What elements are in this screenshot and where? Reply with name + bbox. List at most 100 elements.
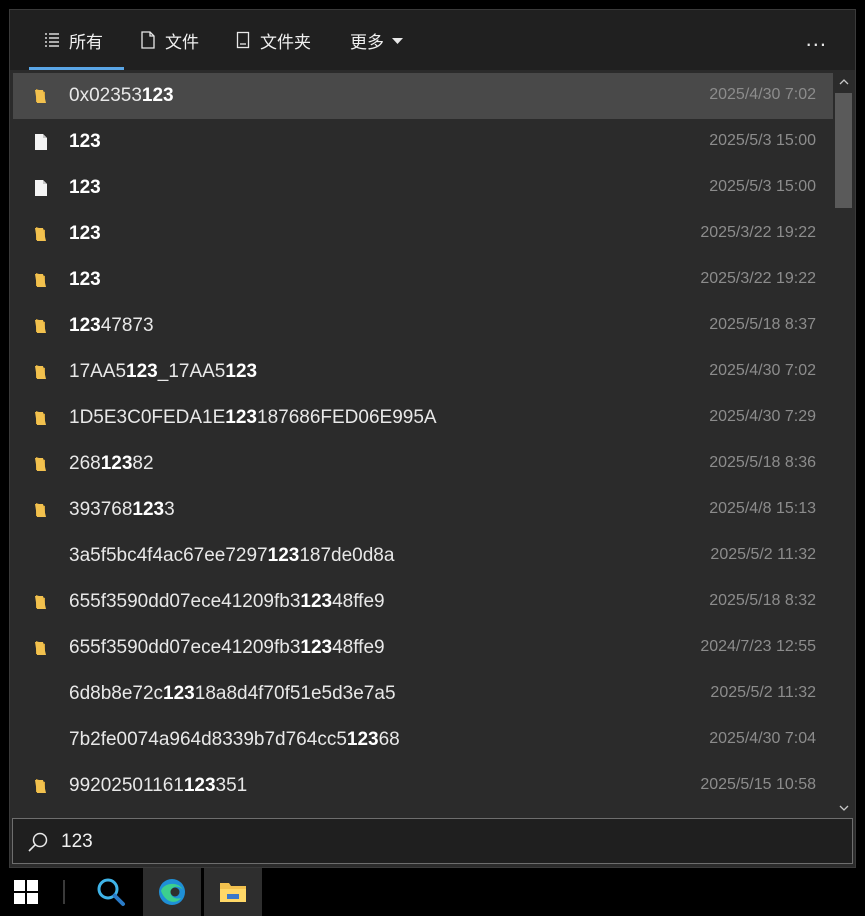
results-list: 0x02353123 2025/4/30 7:02 123 2025/5/3 15:0… [13,73,833,817]
name-suffix: 187de0d8a [299,545,395,566]
result-name: 123 [69,269,101,291]
folder-outline-icon [234,31,252,49]
name-suffix: _17AA5 [157,361,226,382]
result-date: 2025/4/30 7:02 [709,86,816,103]
folder-icon [33,225,51,243]
tab-files[interactable]: 文件 [139,10,199,70]
name-suffix: 48ffe9 [332,637,385,658]
search-box[interactable] [12,818,853,864]
result-date: 2025/4/8 15:13 [709,500,816,517]
result-date: 2025/4/30 7:29 [709,408,816,425]
name-match-highlight: 123 [225,407,257,428]
name-match-highlight: 123 [100,453,133,474]
result-row[interactable]: 123 2025/3/22 19:22 [13,257,833,303]
document-icon [33,179,51,197]
search-icon [27,831,49,858]
folder-icon [33,639,51,657]
result-row[interactable]: 6d8b8e72c12318a8d4f70f51e5d3e7a5 2025/5/2… [13,671,833,717]
folder-icon [33,501,51,519]
name-match-highlight: 123 [300,591,333,612]
name-suffix: 48ffe9 [332,591,385,612]
result-name: 7b2fe0074a964d8339b7d764cc512368 [69,729,400,751]
result-date: 2025/5/3 15:00 [709,178,816,195]
result-row[interactable]: 0x02353123 2025/4/30 7:02 [13,73,833,119]
result-row[interactable]: 3a5f5bc4f4ac67ee7297123187de0d8a 2025/5/2… [13,533,833,579]
taskbar [0,868,865,916]
tab-folders[interactable]: 文件夹 [234,10,311,70]
name-prefix: 0x02353 [69,85,142,106]
name-match-highlight: 123 [69,269,101,290]
file-explorer-icon[interactable] [204,868,262,916]
folder-icon [33,593,51,611]
folder-icon [33,777,51,795]
name-match-highlight: 123 [126,361,158,382]
result-row[interactable]: 655f3590dd07ece41209fb312348ffe9 2024/7/2… [13,625,833,671]
name-suffix: 187686FED06E995A [257,407,437,428]
name-prefix: 393768 [69,499,133,520]
tab-more[interactable]: 更多 [350,10,403,70]
result-row[interactable]: 123 2025/5/3 15:00 [13,165,833,211]
name-match-highlight: 123 [141,85,174,106]
result-date: 2025/5/18 8:37 [709,316,816,333]
name-prefix: 7b2fe0074a964d8339b7d764cc5 [69,729,347,750]
result-row[interactable]: 123 2025/5/3 15:00 [13,119,833,165]
name-match-highlight: 123 [267,545,300,566]
result-date: 2025/5/2 11:32 [710,546,816,563]
result-name: 99202501161123351 [69,775,247,797]
result-name: 0x02353123 [69,85,174,107]
active-tab-indicator [29,67,124,70]
result-row[interactable]: 26812382 2025/5/18 8:36 [13,441,833,487]
name-suffix: 351 [215,775,248,796]
scrollbar[interactable] [833,73,854,817]
tab-all[interactable]: 所有 [43,10,103,70]
result-name: 123 [69,223,101,245]
result-name: 123 [69,131,101,153]
result-row[interactable]: 123 2025/3/22 19:22 [13,211,833,257]
taskbar-separator [63,880,65,904]
folder-icon [33,271,51,289]
file-icon [139,31,157,49]
search-magnifier-icon[interactable] [82,868,140,916]
result-row[interactable]: 99202501161123351 2025/5/15 10:58 [13,763,833,809]
name-match-highlight: 123 [225,361,258,382]
result-row[interactable]: 1D5E3C0FEDA1E123187686FED06E995A 2025/4/3… [13,395,833,441]
name-prefix: 655f3590dd07ece41209fb3 [69,591,301,612]
list-icon [43,31,61,49]
tab-bar: 所有 文件 文件夹 更多 ... [10,10,855,70]
result-name: 1D5E3C0FEDA1E123187686FED06E995A [69,407,437,429]
edge-browser-icon[interactable] [143,868,201,916]
result-name: 12347873 [69,315,154,337]
name-prefix: 99202501161 [69,775,184,796]
name-match-highlight: 123 [69,177,101,198]
result-row[interactable]: 655f3590dd07ece41209fb312348ffe9 2025/5/1… [13,579,833,625]
result-name: 3a5f5bc4f4ac67ee7297123187de0d8a [69,545,394,567]
name-prefix: 17AA5 [69,361,127,382]
scroll-thumb[interactable] [835,93,852,208]
result-row[interactable]: 3937681233 2025/4/8 15:13 [13,487,833,533]
scroll-up-arrow-icon[interactable] [833,73,854,91]
result-name: 655f3590dd07ece41209fb312348ffe9 [69,591,385,613]
search-input[interactable] [59,827,823,857]
scroll-down-arrow-icon[interactable] [833,799,854,817]
result-date: 2024/7/23 12:55 [700,638,816,655]
result-row[interactable]: 17AA5123_17AA5123 2025/4/30 7:02 [13,349,833,395]
document-icon [33,133,51,151]
result-date: 2025/4/30 7:02 [709,362,816,379]
name-match-highlight: 123 [132,499,165,520]
name-match-highlight: 123 [346,729,379,750]
name-match-highlight: 123 [69,315,101,336]
result-date: 2025/3/22 19:22 [700,224,816,241]
tab-more-label: 更多 [350,32,384,52]
result-date: 2025/5/18 8:36 [709,454,816,471]
chevron-down-icon [392,30,403,50]
overflow-menu-button[interactable]: ... [806,26,827,52]
result-name: 3937681233 [69,499,175,521]
result-name: 6d8b8e72c12318a8d4f70f51e5d3e7a5 [69,683,396,705]
result-row[interactable]: 12347873 2025/5/18 8:37 [13,303,833,349]
result-name: 655f3590dd07ece41209fb312348ffe9 [69,637,385,659]
result-date: 2025/5/2 11:32 [710,684,816,701]
name-suffix: 82 [132,453,154,474]
result-name: 26812382 [69,453,154,475]
result-row[interactable]: 7b2fe0074a964d8339b7d764cc512368 2025/4/3… [13,717,833,763]
windows-start-icon[interactable] [0,868,52,916]
